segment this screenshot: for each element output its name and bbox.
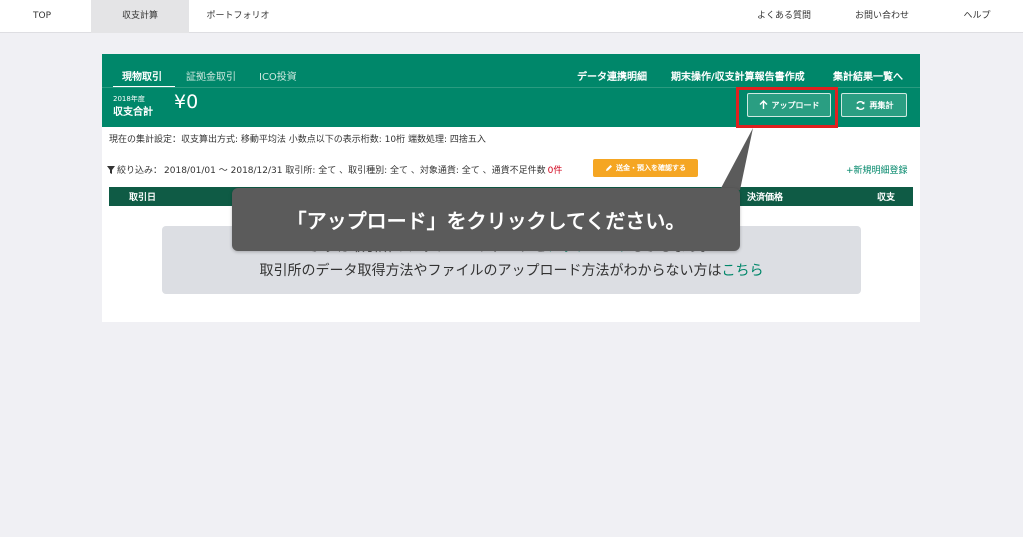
instruction-tooltip: 「アップロード」をクリックしてください。	[232, 188, 740, 251]
tooltip-pointer	[720, 128, 753, 190]
